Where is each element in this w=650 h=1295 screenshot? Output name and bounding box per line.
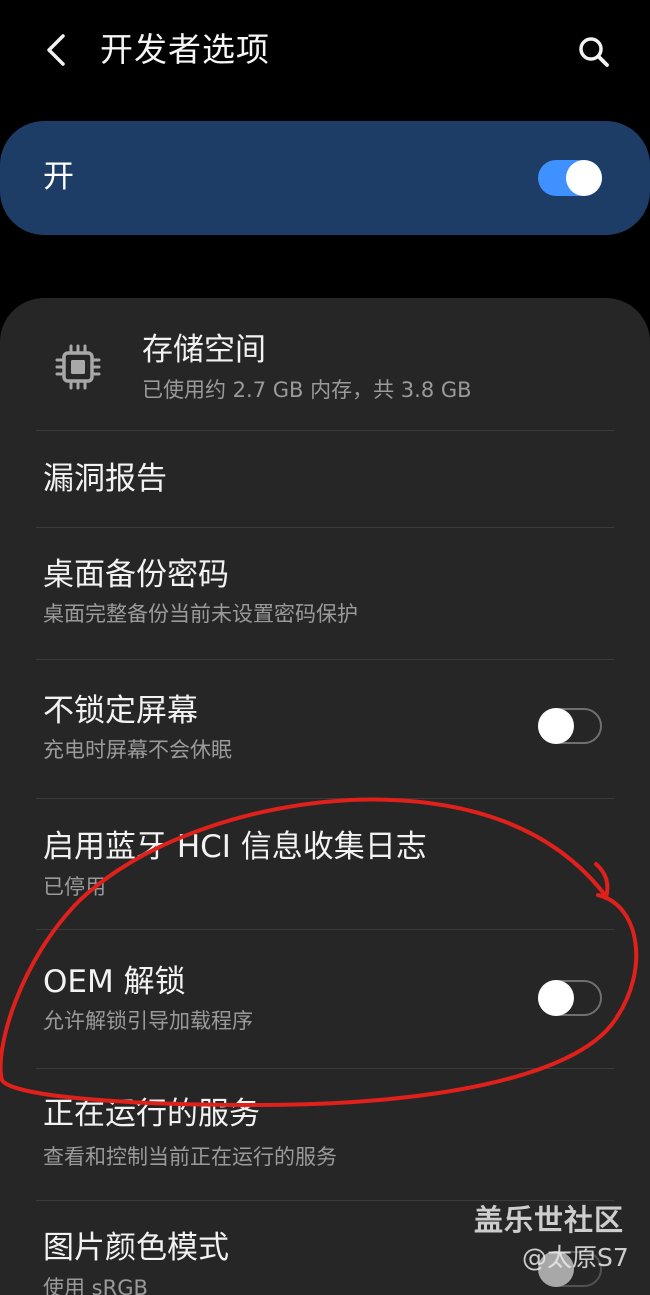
toggle-knob [538,708,574,744]
list-item-subtitle: 已使用约 2.7 GB 内存，共 3.8 GB [142,378,472,402]
list-item-title: 正在运行的服务 [43,1096,260,1132]
list-item-bug-report[interactable]: 漏洞报告 [0,431,650,527]
list-item-subtitle: 已停用 [43,875,106,899]
list-item-title: 桌面备份密码 [43,557,229,593]
list-item-subtitle: 允许解锁引导加载程序 [43,1009,253,1033]
list-item-subtitle: 查看和控制当前正在运行的服务 [43,1145,337,1169]
memory-chip-icon [55,344,101,390]
master-switch-label: 开 [43,159,74,195]
list-item-subtitle: 充电时屏幕不会休眠 [43,738,232,762]
master-switch-toggle[interactable] [538,160,602,196]
list-item-title: OEM 解锁 [43,964,186,1000]
search-icon [579,37,609,67]
list-item-subtitle: 桌面完整备份当前未设置密码保护 [43,602,358,626]
toggle-knob [538,980,574,1016]
settings-list: 存储空间 已使用约 2.7 GB 内存，共 3.8 GB 漏洞报告 桌面备份密码… [0,298,650,1295]
oem-unlock-toggle[interactable] [538,980,602,1016]
list-item-title: 启用蓝牙 HCI 信息收集日志 [43,829,427,865]
page-title: 开发者选项 [100,30,270,69]
back-button[interactable] [34,28,78,72]
search-button[interactable] [570,28,618,76]
back-arrow-icon [47,34,65,66]
list-item-title: 存储空间 [142,332,266,368]
list-item-title: 漏洞报告 [43,461,167,497]
master-switch-card[interactable]: 开 [0,121,650,235]
list-item-title: 不锁定屏幕 [43,693,198,729]
list-item-stay-awake[interactable]: 不锁定屏幕 充电时屏幕不会休眠 [0,660,650,798]
list-item-backup-password[interactable]: 桌面备份密码 桌面完整备份当前未设置密码保护 [0,528,650,659]
stay-awake-toggle[interactable] [538,708,602,744]
list-item-subtitle: 使用 sRGB [43,1276,148,1295]
list-item-running-services[interactable]: 正在运行的服务 查看和控制当前正在运行的服务 [0,1069,650,1200]
developer-options-screen: 开发者选项 开 存储空间 已使用约 2.7 GB 内存，共 3.8 GB 漏洞报… [0,0,650,1295]
list-item-oem-unlock[interactable]: OEM 解锁 允许解锁引导加载程序 [0,930,650,1068]
toggle-knob [566,160,602,196]
list-item-storage[interactable]: 存储空间 已使用约 2.7 GB 内存，共 3.8 GB [0,298,650,430]
list-item-bluetooth-hci-log[interactable]: 启用蓝牙 HCI 信息收集日志 已停用 [0,799,650,929]
app-bar: 开发者选项 [0,0,650,104]
watermark-brand: 盖乐世社区 [474,1203,625,1237]
watermark-user: @太原S7 [522,1243,629,1272]
list-item-title: 图片颜色模式 [43,1230,229,1266]
